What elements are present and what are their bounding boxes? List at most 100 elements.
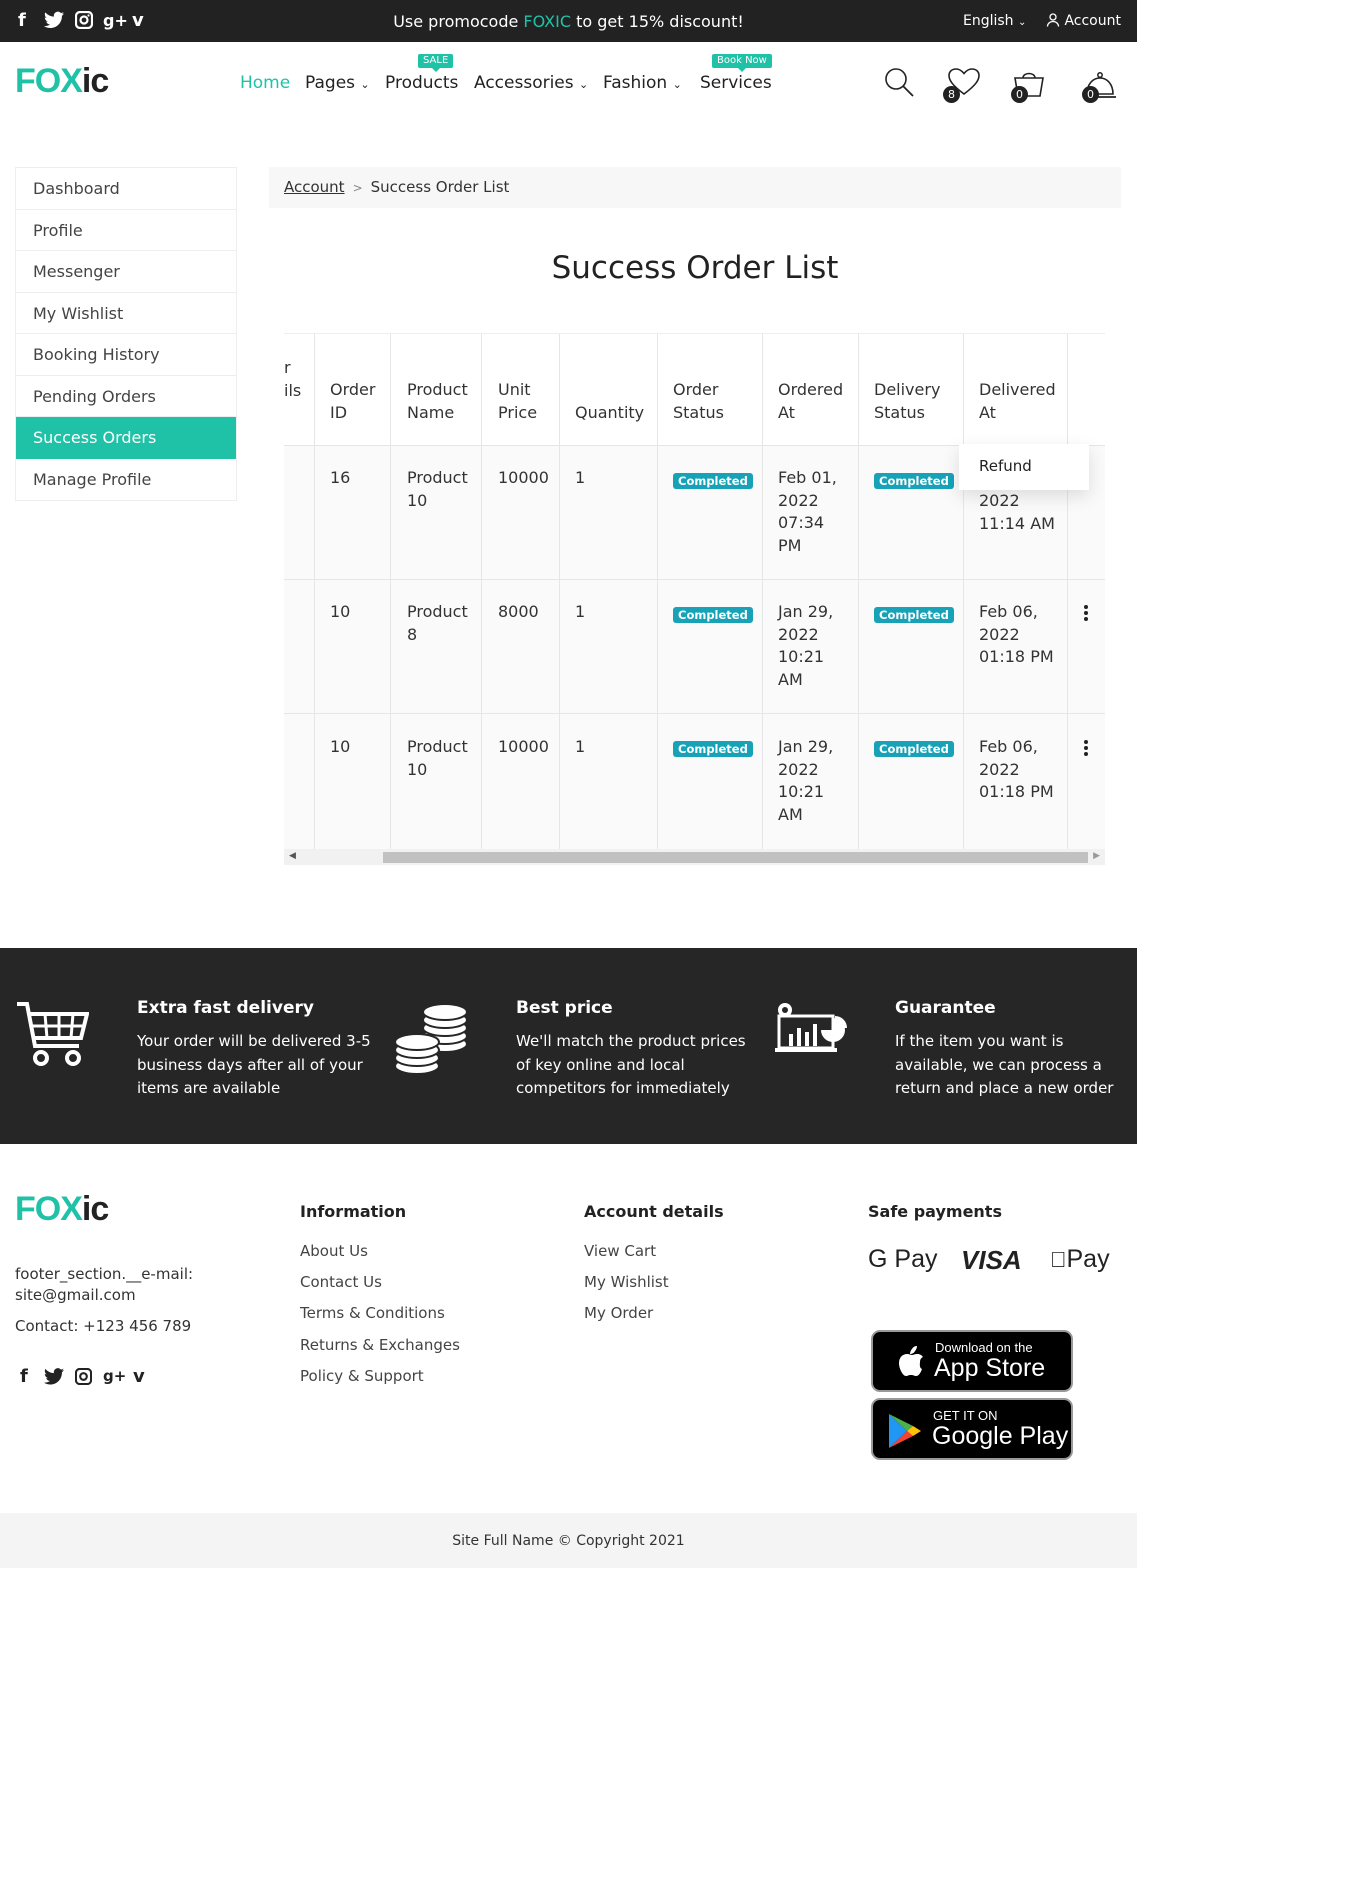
header-order-id: Order ID xyxy=(330,380,376,422)
apple-pay-logo: Pay xyxy=(1050,1245,1110,1273)
row-actions-kebab-icon[interactable] xyxy=(1084,605,1088,623)
sidebar-item-messenger[interactable]: Messenger xyxy=(16,251,236,293)
feature-text: Your order will be delivered 3-5 busines… xyxy=(137,1032,371,1097)
chevron-down-icon: ⌄ xyxy=(672,78,682,91)
breadcrumb: Account > Success Order List xyxy=(269,167,1121,208)
footer-account-title: Account details xyxy=(584,1202,724,1221)
nav-fashion[interactable]: Fashion ⌄ xyxy=(603,73,682,93)
sidebar-item-pending-orders[interactable]: Pending Orders xyxy=(16,376,236,417)
nav-services[interactable]: Services xyxy=(700,73,772,93)
delivery-status-badge: Completed xyxy=(874,741,954,757)
footer-link-returns[interactable]: Returns & Exchanges xyxy=(300,1336,460,1354)
page-title: Success Order List xyxy=(551,250,839,286)
booking-count: 0 xyxy=(1082,86,1099,103)
row-actions-kebab-icon[interactable] xyxy=(1084,740,1088,758)
nav-home[interactable]: Home xyxy=(240,73,290,93)
apple-icon:  xyxy=(1050,1247,1067,1272)
vimeo-icon[interactable]: v xyxy=(133,1366,145,1387)
feature-text: We'll match the product prices of key on… xyxy=(516,1032,746,1097)
cell-qty: 1 xyxy=(575,737,586,756)
header-product-name: Product Name xyxy=(407,380,468,422)
header-order-status: Order Status xyxy=(673,380,724,422)
feature-title: Best price xyxy=(516,998,613,1018)
cell-ordered-at: Jan 29, 2022 10:21 AM xyxy=(778,737,834,824)
footer-link-terms[interactable]: Terms & Conditions xyxy=(300,1304,445,1322)
account-sidebar: Dashboard Profile Messenger My Wishlist … xyxy=(15,167,237,501)
horizontal-scrollbar[interactable]: ◀ ▶ xyxy=(284,849,1105,865)
cell-product: Product 10 xyxy=(407,468,468,510)
nav-products[interactable]: Products xyxy=(385,73,458,93)
apple-icon xyxy=(899,1346,923,1376)
breadcrumb-account-link[interactable]: Account xyxy=(284,178,345,196)
sidebar-item-dashboard[interactable]: Dashboard xyxy=(16,168,236,210)
sidebar-item-booking-history[interactable]: Booking History xyxy=(16,334,236,376)
cell-qty: 1 xyxy=(575,468,586,487)
footer-link-about[interactable]: About Us xyxy=(300,1242,368,1260)
cart-icon xyxy=(15,1000,89,1068)
cell-ordered-at: Jan 29, 2022 10:21 AM xyxy=(778,602,834,689)
footer-logo[interactable]: FOXic xyxy=(15,1190,109,1228)
order-status-badge: Completed xyxy=(673,607,753,623)
sidebar-item-manage-profile[interactable]: Manage Profile xyxy=(16,459,236,501)
cell-price: 10000 xyxy=(498,737,549,756)
account-link[interactable]: Account xyxy=(1046,13,1121,29)
wishlist-count: 8 xyxy=(943,86,960,103)
search-icon[interactable] xyxy=(884,67,914,97)
header-details-partial: r ils xyxy=(284,358,302,400)
breadcrumb-current: Success Order List xyxy=(370,178,510,196)
cell-order-id: 10 xyxy=(330,737,351,756)
google-play-icon xyxy=(889,1414,921,1448)
google-play-badge[interactable]: GET IT ON Google Play xyxy=(871,1398,1073,1460)
copyright: Site Full Name © Copyright 2021 xyxy=(0,1513,1137,1568)
sidebar-item-success-orders[interactable]: Success Orders xyxy=(16,417,236,459)
footer-link-wishlist[interactable]: My Wishlist xyxy=(584,1273,669,1291)
cell-delivered-at: 2022 11:14 AM xyxy=(979,491,1055,533)
footer-link-view-cart[interactable]: View Cart xyxy=(584,1242,656,1260)
sidebar-item-profile[interactable]: Profile xyxy=(16,210,236,251)
scrollbar-thumb[interactable] xyxy=(383,852,1088,863)
footer-information-title: Information xyxy=(300,1202,407,1221)
footer-social: f g+ v xyxy=(15,1366,155,1388)
chevron-down-icon: ⌄ xyxy=(360,78,370,91)
nav-accessories[interactable]: Accessories ⌄ xyxy=(474,73,588,93)
delivery-status-badge: Completed xyxy=(874,473,954,489)
order-status-badge: Completed xyxy=(673,741,753,757)
footer-payments-title: Safe payments xyxy=(868,1202,1002,1221)
nav-pages[interactable]: Pages ⌄ xyxy=(305,73,370,93)
features-band: Extra fast delivery Your order will be d… xyxy=(0,948,1137,1144)
google-plus-icon[interactable]: g+ xyxy=(103,1367,126,1385)
sidebar-item-wishlist[interactable]: My Wishlist xyxy=(16,293,236,334)
orders-table: r ils Order ID Product Name Unit Price Quant… xyxy=(284,333,1105,865)
footer-link-order[interactable]: My Order xyxy=(584,1304,653,1322)
cart-count: 0 xyxy=(1011,86,1028,103)
scroll-right-arrow-icon: ▶ xyxy=(1093,851,1100,861)
header-unit-price: Unit Price xyxy=(498,380,538,422)
feature-title: Guarantee xyxy=(895,998,996,1018)
cell-product: Product 8 xyxy=(407,602,468,644)
language-selector[interactable]: English ⌄ xyxy=(963,13,1026,29)
chevron-down-icon: ⌄ xyxy=(579,78,589,91)
feature-text: If the item you want is available, we ca… xyxy=(895,1032,1114,1097)
site-logo[interactable]: FOXic xyxy=(15,62,109,100)
footer-link-policy[interactable]: Policy & Support xyxy=(300,1367,424,1385)
cell-qty: 1 xyxy=(575,602,586,621)
app-store-badge[interactable]: Download on the App Store xyxy=(871,1330,1073,1392)
user-icon xyxy=(1046,13,1060,27)
header-quantity: Quantity xyxy=(575,403,645,422)
instagram-icon[interactable] xyxy=(75,1368,92,1385)
refund-menu-item[interactable]: Refund xyxy=(959,444,1089,490)
coins-icon xyxy=(393,1000,469,1076)
order-status-badge: Completed xyxy=(673,473,753,489)
footer-link-contact[interactable]: Contact Us xyxy=(300,1273,382,1291)
cell-delivered-at: Feb 06, 2022 01:18 PM xyxy=(979,737,1054,801)
sale-badge: SALE xyxy=(418,54,454,72)
feature-title: Extra fast delivery xyxy=(137,998,314,1018)
visa-logo: VISA xyxy=(961,1245,1022,1275)
footer-contact: Contact: +123 456 789 xyxy=(15,1317,192,1335)
book-now-badge: Book Now xyxy=(712,54,772,72)
twitter-icon[interactable] xyxy=(44,1368,64,1385)
cell-price: 8000 xyxy=(498,602,539,621)
facebook-icon[interactable]: f xyxy=(20,1366,28,1387)
cell-delivered-at: Feb 06, 2022 01:18 PM xyxy=(979,602,1054,666)
top-bar: f g+ v Use promocode FOXIC to get 15% di… xyxy=(0,0,1137,42)
